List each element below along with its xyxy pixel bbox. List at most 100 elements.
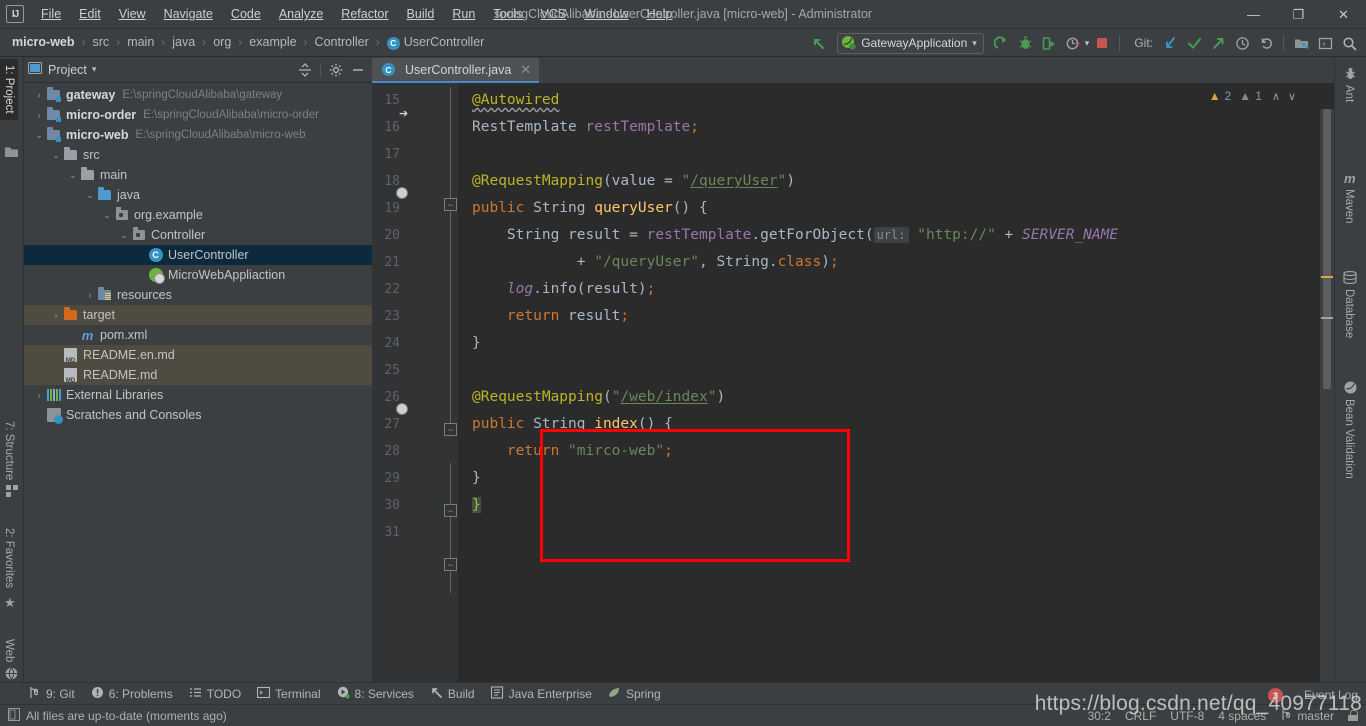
sidebar-item-project[interactable]: 1: Project xyxy=(0,59,18,120)
terminal-icon[interactable] xyxy=(1314,32,1336,54)
back-arrow-icon[interactable] xyxy=(808,32,830,54)
tree-row[interactable]: m pom.xml xyxy=(24,325,372,345)
breadcrumb-item-java[interactable]: java xyxy=(169,34,198,50)
close-button[interactable]: ✕ xyxy=(1321,0,1366,29)
tree-twisty-icon[interactable]: › xyxy=(49,310,63,320)
profile-chevron-down-icon[interactable]: ▾ xyxy=(1085,38,1090,49)
run-coverage-icon[interactable] xyxy=(1039,32,1061,54)
tree-row[interactable]: › target xyxy=(24,305,372,325)
profile-icon[interactable] xyxy=(1063,32,1085,54)
menu-refactor[interactable]: Refactor xyxy=(332,3,397,25)
fold-collapse-icon[interactable]: − xyxy=(444,423,457,436)
tree-twisty-icon[interactable]: ⌄ xyxy=(83,190,97,201)
menu-file[interactable]: File xyxy=(32,3,70,25)
structure-tool-button[interactable]: 7: Structure xyxy=(0,415,18,486)
tree-row[interactable]: › resources xyxy=(24,285,372,305)
tree-twisty-icon[interactable]: › xyxy=(32,110,46,120)
tree-row[interactable]: MD README.en.md xyxy=(24,345,372,365)
tree-twisty-icon[interactable]: › xyxy=(83,290,97,300)
tree-row[interactable]: ⌄ org.example xyxy=(24,205,372,225)
tree-twisty-icon[interactable]: ⌄ xyxy=(66,170,80,181)
tree-row[interactable]: ⌄ src xyxy=(24,145,372,165)
bottom-tool-terminal[interactable]: Terminal xyxy=(257,686,321,702)
sidebar-item-maven[interactable]: m Maven xyxy=(1335,167,1363,232)
bottom-tool-git[interactable]: 9: Git xyxy=(28,686,75,702)
tree-row[interactable]: › External Libraries xyxy=(24,385,372,405)
menu-analyze[interactable]: Analyze xyxy=(270,3,332,25)
minimize-button[interactable]: — xyxy=(1231,0,1276,29)
breadcrumb-item-controller[interactable]: Controller xyxy=(312,34,372,50)
scrollbar-warning-marker[interactable] xyxy=(1321,276,1333,278)
tree-twisty-icon[interactable]: ⌄ xyxy=(117,230,131,241)
sidebar-item-favorites[interactable]: 2: Favorites ★ xyxy=(0,522,18,610)
breadcrumb-item-example[interactable]: example xyxy=(246,34,299,50)
tree-twisty-icon[interactable]: ⌄ xyxy=(49,150,63,161)
project-structure-icon[interactable] xyxy=(1290,32,1312,54)
close-icon[interactable]: ✕ xyxy=(520,62,531,78)
scrollbar-weak-marker[interactable] xyxy=(1321,317,1333,319)
chevron-down-icon[interactable]: ▾ xyxy=(92,64,97,75)
tree-twisty-icon[interactable]: ⌄ xyxy=(32,130,46,141)
tree-row[interactable]: › micro-order E:\springCloudAlibaba\micro-… xyxy=(24,105,372,125)
favorites-tool-button[interactable]: 2: Favorites xyxy=(0,522,18,594)
tab-usercontroller-java[interactable]: C UserController.java ✕ xyxy=(372,58,540,83)
fold-collapse-icon[interactable]: − xyxy=(444,558,457,571)
project-tree[interactable]: › gateway E:\springCloudAlibaba\gateway › mi… xyxy=(24,83,372,686)
tree-row[interactable]: MicroWebAppliaction xyxy=(24,265,372,285)
tree-row[interactable]: ⌄ micro-web E:\springCloudAlibaba\micro-we… xyxy=(24,125,372,145)
next-problem-icon[interactable]: ∨ xyxy=(1286,90,1298,103)
tree-row[interactable]: MD README.md xyxy=(24,365,372,385)
tree-row[interactable]: ⌄ java xyxy=(24,185,372,205)
editor-vertical-scrollbar[interactable] xyxy=(1320,109,1334,686)
tree-row[interactable]: Scratches and Consoles xyxy=(24,405,372,425)
menu-build[interactable]: Build xyxy=(398,3,444,25)
history-icon[interactable] xyxy=(1231,32,1253,54)
tree-row[interactable]: › gateway E:\springCloudAlibaba\gateway xyxy=(24,85,372,105)
sidebar-item-ant[interactable]: Ant xyxy=(1335,63,1363,110)
bottom-tool-java-enterprise[interactable]: Java Enterprise xyxy=(490,685,592,702)
hide-icon[interactable] xyxy=(348,60,368,80)
gear-icon[interactable] xyxy=(326,60,346,80)
debug-icon[interactable] xyxy=(1015,32,1037,54)
menu-code[interactable]: Code xyxy=(222,3,270,25)
breadcrumb-item-src[interactable]: src xyxy=(90,34,113,50)
inspection-widget[interactable]: ▲ 2 ▲ 1 ∧ ∨ xyxy=(1209,89,1298,103)
spring-mapping-gutter-icon[interactable] xyxy=(405,198,421,214)
fold-gutter[interactable]: − − − − xyxy=(444,83,458,686)
update-project-icon[interactable] xyxy=(1159,32,1181,54)
editor-gutter[interactable]: 15 16 17 18 19 20 21 22 23 24 25 26 27 2… xyxy=(372,83,444,686)
spring-autowired-gutter-icon[interactable] xyxy=(405,117,421,133)
stop-icon[interactable] xyxy=(1091,32,1113,54)
menu-navigate[interactable]: Navigate xyxy=(155,3,222,25)
code-editor[interactable]: 15 16 17 18 19 20 21 22 23 24 25 26 27 2… xyxy=(372,83,1334,686)
sidebar-item-structure[interactable]: 7: Structure xyxy=(0,415,18,497)
run-icon[interactable] xyxy=(991,32,1013,54)
menu-run[interactable]: Run xyxy=(443,3,484,25)
sidebar-item-web[interactable]: Web xyxy=(0,633,18,680)
spring-mapping-gutter-icon[interactable] xyxy=(405,414,421,430)
bottom-tool-build[interactable]: Build xyxy=(430,686,475,702)
bottom-tool-spring[interactable]: Spring xyxy=(608,686,661,702)
fold-collapse-icon[interactable]: − xyxy=(444,504,457,517)
previous-problem-icon[interactable]: ∧ xyxy=(1270,90,1282,103)
sidebar-item-bean-validation[interactable]: Bean Validation xyxy=(1335,377,1363,487)
tree-twisty-icon[interactable]: › xyxy=(32,390,46,400)
breadcrumb-item-org[interactable]: org xyxy=(210,34,234,50)
breadcrumb-item-usercontroller[interactable]: C UserController xyxy=(384,34,488,50)
commit-icon[interactable] xyxy=(1183,32,1205,54)
bottom-tool-problems[interactable]: 6: Problems xyxy=(91,686,173,702)
tree-twisty-icon[interactable]: › xyxy=(32,90,46,100)
tree-row[interactable]: ⌄ Controller xyxy=(24,225,372,245)
code-text[interactable]: @Autowired RestTemplate restTemplate; @R… xyxy=(458,83,1334,686)
scrollbar-thumb[interactable] xyxy=(1323,109,1331,389)
bottom-tool-todo[interactable]: TODO xyxy=(189,686,241,702)
bottom-tool-services[interactable]: 8: Services xyxy=(337,686,414,702)
menu-view[interactable]: View xyxy=(110,3,155,25)
fold-collapse-icon[interactable]: − xyxy=(444,198,457,211)
maximize-restore-button[interactable]: ❐ xyxy=(1276,0,1321,29)
sidebar-item-database[interactable]: Database xyxy=(1335,267,1363,346)
tree-twisty-icon[interactable]: ⌄ xyxy=(100,210,114,221)
search-everywhere-icon[interactable] xyxy=(1338,32,1360,54)
web-tool-button[interactable]: Web xyxy=(0,633,18,668)
revert-icon[interactable] xyxy=(1255,32,1277,54)
